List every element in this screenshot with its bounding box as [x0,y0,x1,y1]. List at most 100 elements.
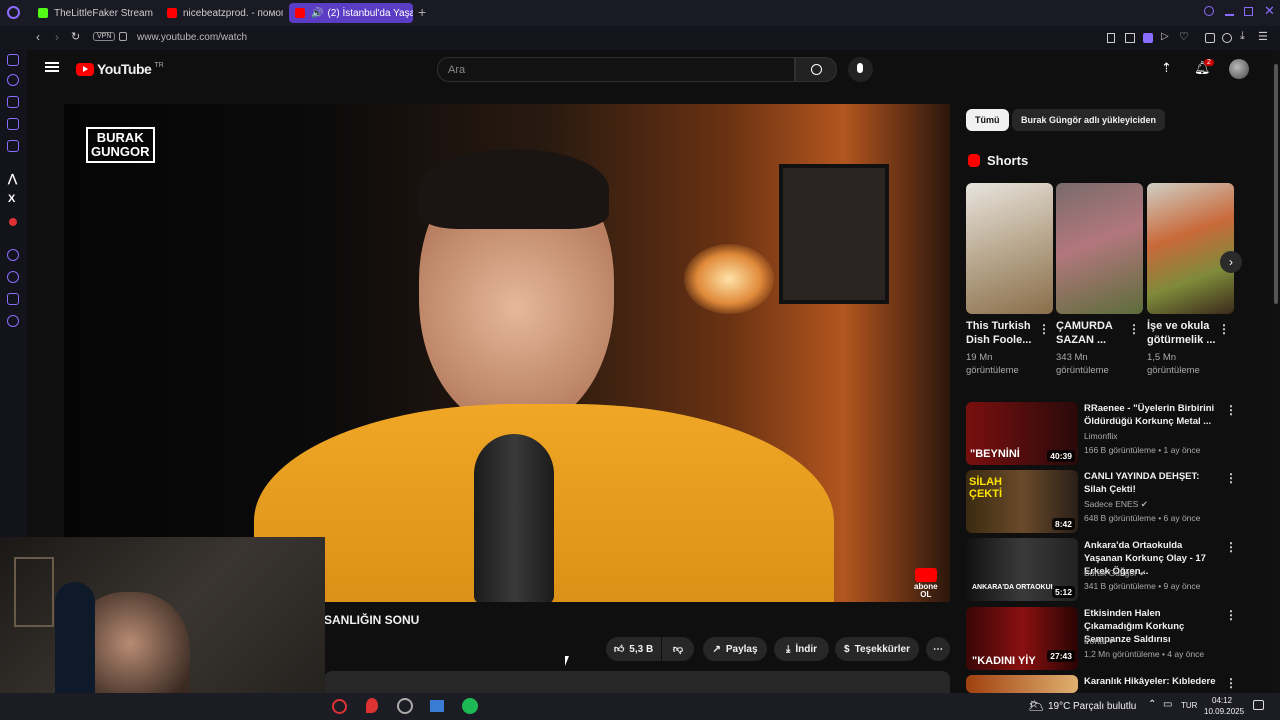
back-icon[interactable]: ‹ [36,30,40,44]
short-menu-icon[interactable]: ⋮ [1128,322,1140,336]
rec-channel[interactable]: Sadece ENES ✔ [1084,499,1148,510]
audio-icon[interactable]: 🔊 [311,8,323,19]
new-tab-button[interactable]: + [418,4,426,20]
avatar[interactable] [1229,59,1249,79]
spotify-icon[interactable] [462,698,478,714]
upload-icon[interactable]: ⇡ [1161,60,1172,76]
voice-search-button[interactable] [848,57,873,82]
download-icon[interactable]: ⤓ [1240,30,1245,43]
rec-title[interactable]: Karanlık Hikâyeler: Kıbledere [1084,675,1219,688]
settings-icon[interactable] [7,315,19,327]
notification-center-icon[interactable] [1253,700,1264,710]
tray-chevron-icon[interactable]: ⌃ [1148,699,1156,710]
short-title[interactable]: This Turkish Dish Foole... [966,319,1038,347]
share-button[interactable]: ↗ Paylaş [703,637,767,661]
rec-thumbnail[interactable]: "BEYNİNİ 40:39 [966,402,1078,465]
rec-thumbnail[interactable]: ANKARA'DA ORTAOKUL 5:12 [966,538,1078,601]
snapshot-icon[interactable] [1125,33,1135,43]
short-thumbnail[interactable] [966,183,1053,314]
vpn-shield-icon[interactable] [1143,33,1153,43]
aria-icon[interactable] [7,74,19,86]
thanks-button[interactable]: $ Teşekkürler [835,637,919,661]
app-icon[interactable] [430,700,444,712]
rec-title[interactable]: RRaenee - "Üyelerin Birbirini Öldürdüğü … [1084,402,1219,428]
crypto-icon[interactable] [7,96,19,108]
extension-sidebar-icon[interactable] [7,293,19,305]
hamburger-menu-icon[interactable] [45,62,59,72]
rec-menu-icon[interactable]: ⋮ [1225,540,1237,554]
obs-icon[interactable] [397,698,413,714]
network-icon[interactable]: ▭ [1163,699,1172,710]
short-title[interactable]: İşe ve okula götürmelik ... [1147,319,1219,347]
rec-title[interactable]: CANLI YAYINDA DEHŞET: Silah Çekti! [1084,470,1219,496]
short-title[interactable]: ÇAMURDA SAZAN ... [1056,319,1128,347]
scrollbar-thumb[interactable] [1274,64,1278,304]
rec-thumbnail[interactable] [966,675,1078,693]
maps-pin-icon[interactable] [366,698,378,713]
language-indicator[interactable]: TUR [1181,701,1197,710]
short-menu-icon[interactable]: ⋮ [1218,322,1230,336]
url-field[interactable]: www.youtube.com/watch [137,32,247,43]
vpn-badge[interactable]: VPN [93,32,116,41]
rec-channel-name: Sadece ENES [1084,499,1139,509]
kick-sidebar-icon[interactable]: ⋀ [8,172,17,185]
rec-menu-icon[interactable]: ⋮ [1225,403,1237,417]
x-twitter-icon[interactable]: X [8,193,15,205]
menu-icon[interactable]: ☰ [1258,30,1268,43]
short-thumbnail[interactable] [1147,183,1234,314]
red-app-icon[interactable] [9,218,17,226]
shorts-icon [968,154,980,167]
weather-icon: 🌥 [1028,698,1045,713]
clock-time[interactable]: 04:12 [1212,696,1232,705]
wallet-icon[interactable] [7,54,19,66]
rec-thumbnail[interactable]: "KADINI YİY 27:43 [966,607,1078,670]
history-icon[interactable] [7,271,19,283]
youtube-logo[interactable]: YouTube TR [76,61,164,77]
video-title: SANLIĞIN SONU [324,613,420,627]
duration-badge: 40:39 [1047,450,1075,462]
forward-icon[interactable]: › [55,30,59,44]
short-thumbnail[interactable] [1056,183,1143,314]
search-input[interactable]: Ara [437,57,795,82]
player-icon[interactable] [7,118,19,130]
chip-from-uploader[interactable]: Burak Güngör adlı yükleyiciden [1012,109,1166,131]
tab-nicebeatz[interactable]: nicebeatzprod. - помоги [161,3,283,23]
play-icon[interactable]: ▷ [1161,31,1169,42]
video-player[interactable]: BURAK GUNGOR abone OL [64,104,950,602]
rec-channel[interactable]: Portal ✔ [1084,636,1116,647]
page-scrollbar[interactable] [1272,50,1280,693]
search-button[interactable] [795,57,837,82]
weather-temp[interactable]: 19°C [1048,701,1070,712]
rec-menu-icon[interactable]: ⋮ [1225,471,1237,485]
rec-menu-icon[interactable]: ⋮ [1225,676,1237,690]
subscribe-badge[interactable]: abone OL [914,568,938,599]
more-actions-button[interactable]: ⋯ [926,637,950,661]
chip-all[interactable]: Tümü [966,109,1009,131]
reload-icon[interactable]: ↻ [71,30,80,43]
messenger-icon[interactable] [7,140,19,152]
maximize-icon[interactable] [1244,7,1253,16]
dislike-button[interactable]: 👎︎ [662,637,694,661]
like-button[interactable]: 👍︎ 5,3 B [606,637,661,661]
weather-description[interactable]: Parçalı bulutlu [1073,701,1136,712]
opera-logo-icon[interactable] [7,6,20,19]
heart-icon[interactable]: ♡ [1179,30,1189,43]
profile-icon[interactable] [1222,33,1232,43]
rec-menu-icon[interactable]: ⋮ [1225,608,1237,622]
shorts-next-button[interactable]: › [1220,251,1242,273]
search-tabs-icon[interactable] [1204,6,1214,16]
rec-channel[interactable]: Limonflix [1084,431,1118,441]
extensions-icon[interactable] [1205,33,1215,43]
minimize-icon[interactable] [1225,14,1234,16]
add-icon[interactable] [7,249,19,261]
download-button[interactable]: ⤓ İndir [774,637,829,661]
close-icon[interactable]: ✕ [1264,3,1275,19]
clock-date[interactable]: 10.09.2025 [1204,707,1244,716]
tab-active-video[interactable]: 🔊 (2) İstanbul'da Yaşan [289,3,413,23]
short-menu-icon[interactable]: ⋮ [1038,322,1050,336]
bookmark-icon[interactable] [1107,33,1115,43]
tab-kick-stream[interactable]: TheLittleFaker Stream - V [32,3,154,23]
opera-taskbar-icon[interactable] [332,699,347,714]
rec-channel[interactable]: Burak Güngör ✔ [1084,568,1146,579]
rec-thumbnail[interactable]: SİLAH ÇEKTİ 8:42 [966,470,1078,533]
